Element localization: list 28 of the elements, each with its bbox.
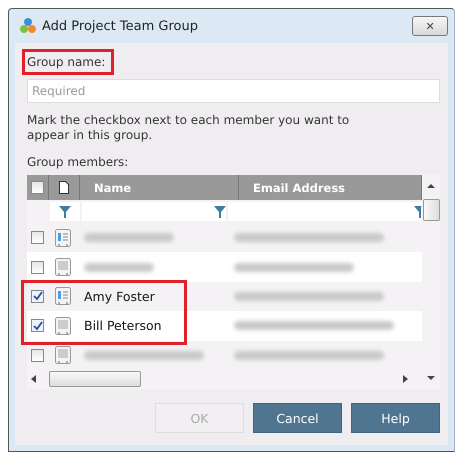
scroll-left-icon[interactable] — [31, 375, 37, 384]
group-name-label: Group name: — [22, 49, 114, 75]
row-checkbox[interactable] — [31, 319, 44, 332]
row-checkbox[interactable] — [31, 231, 44, 244]
scroll-up-icon[interactable] — [427, 183, 436, 189]
scroll-thumb[interactable] — [49, 371, 141, 388]
scroll-thumb[interactable] — [422, 199, 440, 221]
member-name: Bill Peterson — [84, 318, 162, 334]
filter-icon[interactable] — [59, 206, 71, 218]
row-checkbox[interactable] — [31, 348, 44, 362]
row-checkbox[interactable] — [31, 260, 44, 274]
select-all-checkbox[interactable] — [31, 181, 44, 194]
scroll-down-icon[interactable] — [427, 374, 436, 381]
close-button[interactable]: ✕ — [412, 16, 448, 36]
window-title: Add Project Team Group — [42, 18, 199, 34]
scroll-right-icon[interactable] — [402, 375, 408, 384]
vertical-scrollbar[interactable] — [422, 175, 440, 389]
instruction-text: Mark the checkbox next to each member you want to appear in this group. — [27, 113, 350, 143]
app-logo-icon — [19, 17, 37, 35]
filter-icon[interactable] — [214, 206, 226, 218]
group-name-field[interactable]: Required — [27, 79, 440, 103]
blurred-name — [84, 262, 154, 272]
row-checkbox[interactable] — [31, 290, 44, 303]
dialog-button[interactable]: Cancel — [253, 403, 342, 433]
document-icon — [59, 181, 69, 194]
dialog-button[interactable]: Help — [351, 403, 440, 433]
member-name: Amy Foster — [84, 288, 155, 304]
group-members-label: Group members: — [27, 155, 130, 169]
